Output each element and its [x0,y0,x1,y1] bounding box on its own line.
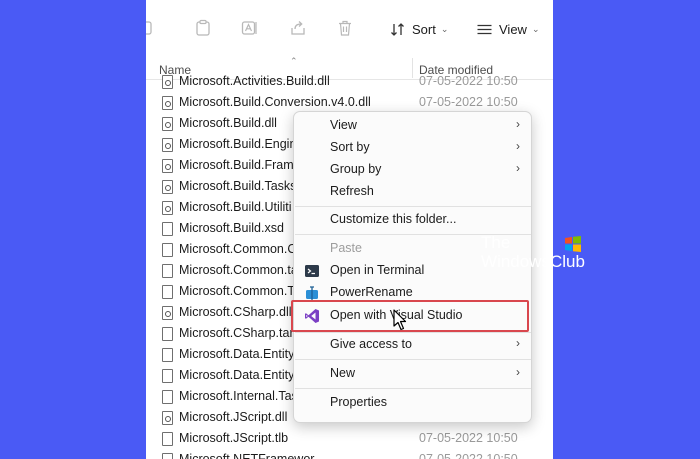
chevron-right-icon: › [516,117,520,131]
file-name: Microsoft.Build.Frame [179,158,301,172]
file-row[interactable]: Microsoft.NETFramewor 07-05-2022 10:50 [146,449,553,459]
chevron-right-icon: › [516,139,520,153]
menu-item-label: Customize this folder... [330,212,457,226]
menu-item-label: Paste [330,241,362,255]
menu-separator [295,388,531,389]
config-file-icon [162,96,173,110]
sort-icon [389,21,406,38]
file-icon [162,369,173,383]
file-icon [162,264,173,278]
file-name: Microsoft.Activities.Build.dll [179,74,330,88]
copy-icon[interactable] [146,19,164,37]
file-name: Microsoft.Build.dll [179,116,277,130]
file-name: Microsoft.Build.Tasks. [179,179,300,193]
chevron-right-icon: › [516,161,520,175]
paste-icon[interactable] [194,19,212,37]
file-icon [162,243,173,257]
file-icon [162,222,173,236]
file-icon [162,390,173,404]
file-icon [162,453,173,459]
menu-item-label: Sort by [330,140,370,154]
menu-item-new[interactable]: New › [294,363,531,384]
menu-item-label: Open in Terminal [330,263,425,277]
file-name: Microsoft.NETFramewor [179,452,315,459]
chevron-down-icon: ⌄ [440,23,449,34]
menu-item-label: View [330,118,357,132]
windows-club-logo-icon [565,236,581,252]
file-name: Microsoft.Common.C [179,242,297,256]
file-icon [162,348,173,362]
file-name: Microsoft.JScript.dll [179,410,288,424]
menu-separator [295,359,531,360]
sort-label: Sort [412,21,436,37]
file-date-modified: 07-05-2022 10:50 [419,452,518,459]
menu-item-label: Give access to [330,337,412,351]
menu-item-give-access[interactable]: Give access to › [294,334,531,355]
file-date-modified: 07-05-2022 10:50 [419,74,518,88]
file-date-modified: 07-05-2022 10:50 [419,431,518,445]
file-name: Microsoft.Build.Conversion.v4.0.dll [179,95,371,109]
file-row[interactable]: Microsoft.JScript.tlb 07-05-2022 10:50 [146,428,553,449]
file-date-modified: 07-05-2022 10:50 [419,95,518,109]
menu-item-label: Group by [330,162,382,176]
menu-item-view[interactable]: View › [294,115,531,136]
share-icon[interactable] [289,19,307,37]
menu-item-label: Properties [330,395,387,409]
menu-item-group-by[interactable]: Group by › [294,159,531,180]
file-name: Microsoft.Internal.Tas [179,389,298,403]
delete-icon[interactable] [336,19,354,37]
chevron-right-icon: › [516,336,520,350]
file-name: Microsoft.Common.ta [179,263,298,277]
menu-item-label: Refresh [330,184,374,198]
watermark-line2: WindowsClub [481,252,585,271]
rename-icon[interactable] [241,19,259,37]
menu-item-sort-by[interactable]: Sort by › [294,137,531,158]
menu-item-customize-folder[interactable]: Customize this folder... [294,209,531,230]
config-file-icon [162,411,173,425]
file-icon [162,285,173,299]
watermark: The WindowsClub [481,233,585,271]
chevron-down-icon: ⌄ [531,23,540,34]
config-file-icon [162,75,173,89]
view-icon [476,21,493,38]
file-name: Microsoft.Data.Entity. [179,347,297,361]
config-file-icon [162,180,173,194]
config-file-icon [162,306,173,320]
file-name: Microsoft.Build.Engin [179,137,297,151]
highlight-box [291,300,529,332]
chevron-right-icon: › [516,365,520,379]
view-button[interactable]: View ⌄ [476,18,540,40]
menu-item-label: PowerRename [330,285,413,299]
file-row[interactable]: Microsoft.Build.Conversion.v4.0.dll 07-05… [146,92,553,113]
menu-item-properties[interactable]: Properties [294,392,531,413]
file-name: Microsoft.Data.Entity. [179,368,297,382]
file-name: Microsoft.Common.T [179,284,295,298]
file-name: Microsoft.CSharp.targ [179,326,301,340]
config-file-icon [162,201,173,215]
file-name: Microsoft.CSharp.dll [179,305,292,319]
sort-arrow-icon: ⌃ [290,56,298,66]
file-name: Microsoft.Build.Utiliti [179,200,292,214]
menu-separator [295,206,531,207]
power-rename-icon [304,285,320,301]
sort-button[interactable]: Sort ⌄ [389,18,448,40]
config-file-icon [162,138,173,152]
file-icon [162,327,173,341]
terminal-icon [304,263,320,279]
mouse-cursor-icon [393,309,407,331]
file-icon [162,432,173,446]
menu-item-refresh[interactable]: Refresh [294,181,531,202]
menu-separator [295,332,531,333]
menu-item-label: New [330,366,356,380]
config-file-icon [162,159,173,173]
view-label: View [499,21,527,37]
file-name: Microsoft.Build.xsd [179,221,284,235]
command-bar: Sort ⌄ View ⌄ [146,0,553,56]
file-name: Microsoft.JScript.tlb [179,431,289,445]
file-row[interactable]: Microsoft.Activities.Build.dll 07-05-2022… [146,71,553,92]
config-file-icon [162,117,173,131]
